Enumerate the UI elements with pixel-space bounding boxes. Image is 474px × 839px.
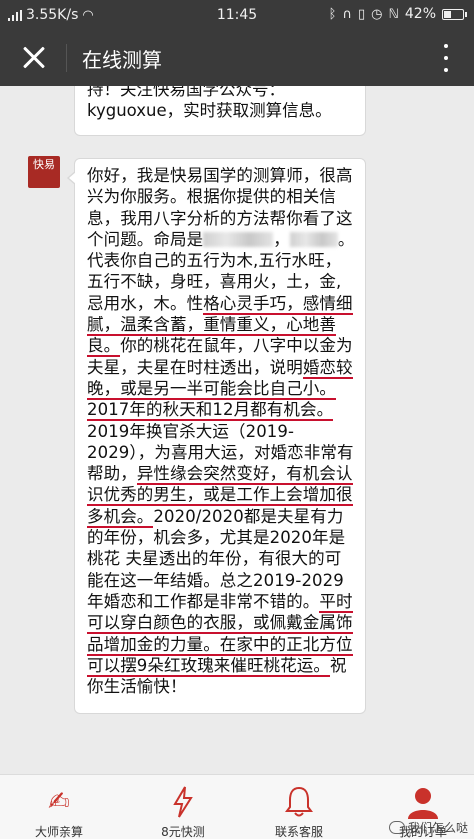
hand-icon: ✍	[48, 787, 70, 817]
alarm-icon: ◷	[371, 6, 383, 22]
tab-quick-test[interactable]: 8元快测	[146, 775, 220, 839]
wechat-icon	[388, 821, 405, 834]
battery-percent: 42%	[404, 6, 436, 22]
chat-area[interactable]: 持！关注快易国学公众号： kyguoxue，实时获取测算信息。 快易 你好，我是…	[0, 86, 474, 774]
battery-icon	[442, 8, 467, 20]
bell-icon	[281, 785, 317, 819]
nav-divider	[66, 44, 67, 72]
message-line: kyguoxue，实时获取测算信息。	[87, 101, 332, 120]
tab-label: 大师亲算	[34, 825, 83, 839]
watermark: 我们怎么哒	[388, 819, 468, 836]
nav-bar: 在线测算	[0, 30, 474, 86]
tab-label: 联系客服	[274, 825, 323, 839]
tab-label: 8元快测	[161, 825, 205, 839]
person-icon	[405, 785, 441, 819]
tab-master-reading[interactable]: ✍ 大师亲算	[22, 775, 96, 839]
lightning-icon	[165, 785, 201, 819]
vibrate-icon: ▯	[357, 6, 366, 22]
close-icon[interactable]	[18, 42, 50, 74]
avatar[interactable]: 快易	[28, 156, 60, 188]
more-options-icon[interactable]	[442, 44, 450, 72]
tab-customer-service[interactable]: 联系客服	[262, 775, 336, 839]
blurred-text	[289, 231, 338, 247]
bottom-tab-bar: ✍ 大师亲算 8元快测 联系客服 我的订单 我们怎么哒	[0, 774, 474, 839]
message-bubble-reading: 你好，我是快易国学的测算师，很高兴为你服务。根据你提供的相关信息，我用八字分析的…	[67, 158, 366, 714]
message-bubble-previous: 持！关注快易国学公众号： kyguoxue，实时获取测算信息。	[74, 86, 366, 136]
message-line: 持！关注快易国学公众号：	[87, 86, 285, 99]
status-bar: 3.55K/s ◠ 11:45 ᛒ ∩ ▯ ◷ ℕ 42%	[0, 0, 474, 30]
status-icons: ᛒ ∩ ▯ ◷ ℕ 42%	[328, 6, 467, 22]
watermark-text: 我们怎么哒	[407, 821, 468, 835]
nfc-icon: ℕ	[388, 6, 399, 22]
bluetooth-icon: ᛒ	[328, 6, 337, 22]
page-title: 在线测算	[82, 48, 162, 72]
headset-icon: ∩	[342, 6, 352, 22]
blurred-text	[203, 231, 274, 247]
